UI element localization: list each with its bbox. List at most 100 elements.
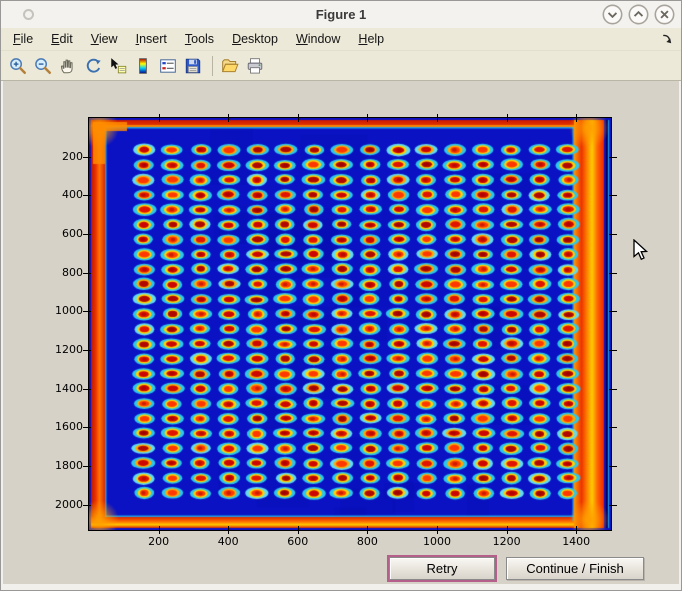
figure-canvas-area: Retry Continue / Finish 200 400 600 800 1000… bbox=[3, 81, 679, 584]
figure-window: Figure 1 File Edit View Insert Tools Des… bbox=[0, 0, 682, 591]
y-tick-label: 2000 bbox=[33, 498, 83, 511]
menu-item-tools[interactable]: Tools bbox=[185, 32, 214, 46]
axis-tick bbox=[437, 114, 438, 122]
pan-button[interactable] bbox=[57, 54, 81, 78]
insert-legend-button[interactable] bbox=[157, 54, 181, 78]
axis-tick bbox=[609, 427, 617, 428]
axis-tick bbox=[228, 526, 229, 534]
axis-tick bbox=[437, 526, 438, 534]
y-tick-label: 800 bbox=[33, 266, 83, 279]
title-bar[interactable]: Figure 1 bbox=[1, 1, 681, 28]
axis-tick bbox=[609, 234, 617, 235]
save-icon bbox=[184, 57, 202, 75]
colorbar-icon bbox=[134, 57, 152, 75]
x-tick-label: 600 bbox=[287, 535, 308, 548]
rotate-3d-button[interactable] bbox=[82, 54, 106, 78]
close-icon bbox=[654, 4, 675, 25]
menu-item-insert[interactable]: Insert bbox=[136, 32, 167, 46]
toolbar bbox=[1, 51, 681, 81]
menu-item-window[interactable]: Window bbox=[296, 32, 340, 46]
close-button[interactable] bbox=[654, 4, 675, 25]
y-tick-label: 1200 bbox=[33, 343, 83, 356]
menu-item-help[interactable]: Help bbox=[358, 32, 384, 46]
axis-tick bbox=[83, 195, 91, 196]
axis-tick bbox=[83, 273, 91, 274]
menu-item-view[interactable]: View bbox=[91, 32, 118, 46]
axis-tick bbox=[609, 505, 617, 506]
x-tick-label: 1200 bbox=[493, 535, 521, 548]
zoom-out-icon bbox=[34, 57, 52, 75]
zoom-in-icon bbox=[9, 57, 27, 75]
x-tick-label: 1400 bbox=[562, 535, 590, 548]
y-tick-label: 1400 bbox=[33, 382, 83, 395]
menu-bar: File Edit View Insert Tools Desktop Wind… bbox=[1, 28, 681, 51]
axis-tick bbox=[507, 526, 508, 534]
dock-figure-icon[interactable] bbox=[661, 33, 673, 45]
axis-tick bbox=[83, 311, 91, 312]
axis-tick bbox=[576, 526, 577, 534]
y-tick-label: 1000 bbox=[33, 304, 83, 317]
zoom-in-button[interactable] bbox=[7, 54, 31, 78]
window-title: Figure 1 bbox=[1, 7, 681, 22]
axis-tick bbox=[609, 466, 617, 467]
axis-tick bbox=[367, 526, 368, 534]
toolbar-separator bbox=[212, 56, 213, 76]
minimize-button[interactable] bbox=[602, 4, 623, 25]
axis-tick bbox=[83, 350, 91, 351]
y-tick-label: 1600 bbox=[33, 420, 83, 433]
continue-finish-button[interactable]: Continue / Finish bbox=[506, 557, 644, 580]
retry-button[interactable]: Retry bbox=[389, 557, 495, 580]
axis-tick bbox=[83, 389, 91, 390]
axis-tick bbox=[83, 505, 91, 506]
axis-tick bbox=[609, 350, 617, 351]
x-tick-label: 1000 bbox=[423, 535, 451, 548]
menu-item-desktop[interactable]: Desktop bbox=[232, 32, 278, 46]
microplate-heatmap-image[interactable] bbox=[89, 118, 611, 530]
axis-tick bbox=[298, 526, 299, 534]
axis-tick bbox=[298, 114, 299, 122]
menu-item-file[interactable]: File bbox=[13, 32, 33, 46]
axis-tick bbox=[609, 273, 617, 274]
colorbar-button[interactable] bbox=[132, 54, 156, 78]
print-icon bbox=[246, 57, 264, 75]
x-tick-label: 400 bbox=[218, 535, 239, 548]
axis-tick bbox=[83, 157, 91, 158]
zoom-out-button[interactable] bbox=[32, 54, 56, 78]
axis-tick bbox=[367, 114, 368, 122]
plot-axes bbox=[88, 117, 612, 531]
print-figure-button[interactable] bbox=[244, 54, 268, 78]
axis-tick bbox=[228, 114, 229, 122]
legend-icon bbox=[159, 57, 177, 75]
save-figure-button[interactable] bbox=[182, 54, 206, 78]
axis-tick bbox=[609, 157, 617, 158]
axis-tick bbox=[609, 389, 617, 390]
window-controls bbox=[602, 4, 675, 25]
chevron-up-icon bbox=[628, 4, 649, 25]
y-tick-label: 600 bbox=[33, 227, 83, 240]
axis-tick bbox=[83, 234, 91, 235]
axis-tick bbox=[83, 466, 91, 467]
data-cursor-icon bbox=[109, 57, 127, 75]
data-cursor-button[interactable] bbox=[107, 54, 131, 78]
axis-tick bbox=[83, 427, 91, 428]
window-menu-icon[interactable] bbox=[23, 9, 34, 20]
axis-tick bbox=[159, 114, 160, 122]
axis-tick bbox=[576, 114, 577, 122]
y-tick-label: 200 bbox=[33, 150, 83, 163]
mouse-cursor bbox=[633, 239, 648, 262]
axis-tick bbox=[609, 195, 617, 196]
y-tick-label: 400 bbox=[33, 188, 83, 201]
pan-hand-icon bbox=[59, 57, 77, 75]
open-file-button[interactable] bbox=[219, 54, 243, 78]
x-tick-label: 800 bbox=[357, 535, 378, 548]
menu-item-edit[interactable]: Edit bbox=[51, 32, 73, 46]
x-tick-label: 200 bbox=[148, 535, 169, 548]
axis-tick bbox=[159, 526, 160, 534]
rotate-3d-icon bbox=[84, 57, 102, 75]
open-folder-icon bbox=[221, 57, 239, 75]
y-tick-label: 1800 bbox=[33, 459, 83, 472]
axis-tick bbox=[609, 311, 617, 312]
maximize-button[interactable] bbox=[628, 4, 649, 25]
chevron-down-icon bbox=[602, 4, 623, 25]
axis-tick bbox=[507, 114, 508, 122]
